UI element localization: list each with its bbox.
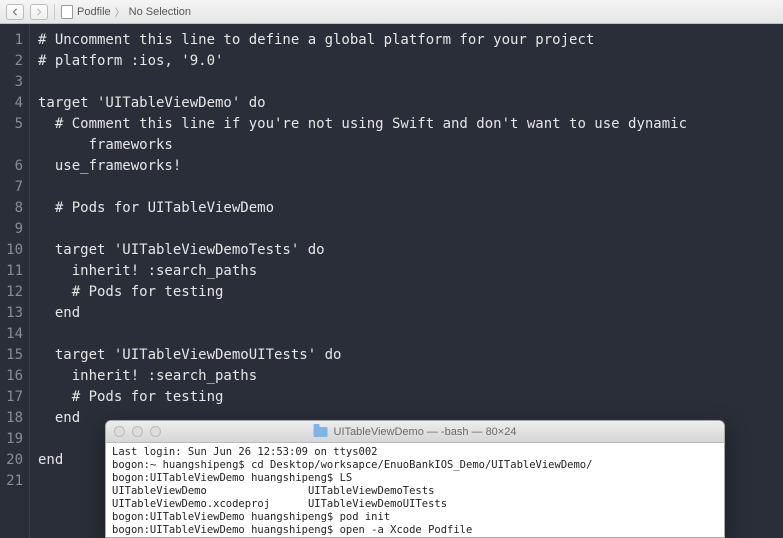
code-line[interactable]: # Pods for UITableViewDemo	[38, 198, 783, 219]
line-number: 14	[0, 324, 23, 345]
code-line[interactable]	[38, 177, 783, 198]
terminal-line: bogon:UITableViewDemo huangshipeng$ open…	[112, 524, 718, 537]
jump-bar: Podfile 〉 No Selection	[0, 0, 783, 24]
line-number	[0, 135, 23, 156]
terminal-window[interactable]: UITableViewDemo — -bash — 80×24 Last log…	[105, 420, 725, 538]
terminal-body[interactable]: Last login: Sun Jun 26 12:53:09 on ttys0…	[106, 443, 724, 538]
nav-forward-button[interactable]	[30, 4, 48, 20]
code-line[interactable]: # Pods for testing	[38, 387, 783, 408]
line-number: 13	[0, 303, 23, 324]
terminal-line: Last login: Sun Jun 26 12:53:09 on ttys0…	[112, 446, 718, 459]
window-controls	[114, 426, 161, 437]
code-line[interactable]	[38, 219, 783, 240]
code-line[interactable]: # Uncomment this line to define a global…	[38, 30, 783, 51]
breadcrumb-file: Podfile	[77, 6, 111, 18]
line-number: 5	[0, 114, 23, 135]
code-line[interactable]: inherit! :search_paths	[38, 366, 783, 387]
zoom-icon[interactable]	[150, 426, 161, 437]
line-number: 16	[0, 366, 23, 387]
line-number: 12	[0, 282, 23, 303]
terminal-title: UITableViewDemo — -bash — 80×24	[334, 426, 517, 438]
code-line[interactable]: target 'UITableViewDemo' do	[38, 93, 783, 114]
code-line[interactable]: # Pods for testing	[38, 282, 783, 303]
line-number: 21	[0, 471, 23, 492]
line-number: 9	[0, 219, 23, 240]
line-number: 4	[0, 93, 23, 114]
terminal-titlebar[interactable]: UITableViewDemo — -bash — 80×24	[106, 421, 724, 443]
line-number: 6	[0, 156, 23, 177]
terminal-line: UITableViewDemo.xcodeproj UITableViewDem…	[112, 498, 718, 511]
code-line[interactable]: inherit! :search_paths	[38, 261, 783, 282]
line-number: 1	[0, 30, 23, 51]
line-number: 11	[0, 261, 23, 282]
line-number: 15	[0, 345, 23, 366]
line-number: 20	[0, 450, 23, 471]
nav-back-button[interactable]	[6, 4, 24, 20]
minimize-icon[interactable]	[132, 426, 143, 437]
code-line[interactable]	[38, 72, 783, 93]
line-number: 8	[0, 198, 23, 219]
line-number-gutter: 123456789101112131415161718192021	[0, 24, 30, 538]
line-number: 18	[0, 408, 23, 429]
terminal-line: UITableViewDemo UITableViewDemoTests	[112, 485, 718, 498]
line-number: 10	[0, 240, 23, 261]
line-number: 17	[0, 387, 23, 408]
close-icon[interactable]	[114, 426, 125, 437]
code-line[interactable]: target 'UITableViewDemoTests' do	[38, 240, 783, 261]
breadcrumb[interactable]: Podfile 〉 No Selection	[61, 4, 191, 19]
line-number: 3	[0, 72, 23, 93]
code-line[interactable]: target 'UITableViewDemoUITests' do	[38, 345, 783, 366]
code-line[interactable]	[38, 324, 783, 345]
folder-icon	[314, 427, 328, 437]
file-icon	[61, 5, 73, 19]
separator	[54, 4, 55, 20]
code-line[interactable]: frameworks	[38, 135, 783, 156]
line-number: 2	[0, 51, 23, 72]
line-number: 7	[0, 177, 23, 198]
code-line[interactable]: end	[38, 303, 783, 324]
line-number: 19	[0, 429, 23, 450]
code-line[interactable]: # platform :ios, '9.0'	[38, 51, 783, 72]
terminal-line: bogon:~ huangshipeng$ cd Desktop/worksap…	[112, 459, 718, 472]
code-line[interactable]: use_frameworks!	[38, 156, 783, 177]
code-line[interactable]: # Comment this line if you're not using …	[38, 114, 783, 135]
breadcrumb-tail: No Selection	[129, 6, 191, 18]
terminal-line: bogon:UITableViewDemo huangshipeng$ pod …	[112, 511, 718, 524]
chevron-right-icon: 〉	[115, 4, 125, 19]
terminal-line: bogon:UITableViewDemo huangshipeng$ LS	[112, 472, 718, 485]
